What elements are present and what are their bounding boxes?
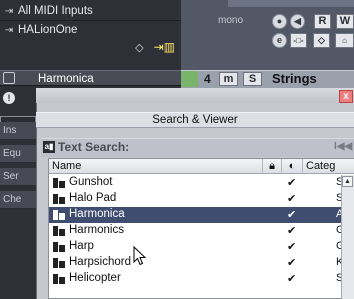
lock-icon: 🔒︎ [269, 160, 275, 172]
input-arrow-icon: ⇥ [4, 5, 14, 17]
table-row[interactable]: Harpsichord ✔ Key [49, 255, 350, 271]
speaker-button[interactable]: ◀ [290, 14, 305, 29]
scroll-up-arrow-icon[interactable]: ▲ [342, 176, 353, 187]
check-icon: ✔ [287, 209, 297, 221]
column-header-rating[interactable]: ◐ [282, 159, 303, 174]
track-color-strip [181, 71, 198, 87]
column-header-lock[interactable]: 🔒︎ [263, 159, 282, 174]
read-button[interactable]: R [314, 14, 331, 29]
instrument-icon [53, 242, 65, 252]
row-name: Harmonics [69, 224, 124, 236]
inspector-tools: ◇ ⇥▥ [118, 38, 181, 56]
table-row[interactable]: Helicopter ✔ Sou [49, 271, 350, 287]
row-name: Harp [69, 240, 94, 252]
column-header-name[interactable]: Name [49, 159, 263, 174]
skip-back-icon[interactable]: I◀◀ [334, 141, 352, 152]
inspector-track-name[interactable]: Harmonica [0, 70, 181, 86]
vertical-scrollbar[interactable] [341, 175, 354, 299]
dialog-titlebar [36, 88, 354, 103]
track-list-icon [3, 72, 15, 84]
check-icon: ✔ [287, 241, 297, 253]
midi-output-selector[interactable]: ⇥ HALionOne [0, 21, 181, 39]
check-icon: ✔ [287, 257, 297, 269]
solo-button[interactable]: S [243, 72, 262, 86]
lock-button[interactable]: ⌂ [335, 33, 354, 48]
table-row[interactable]: Gunshot ✔ Sou [49, 175, 350, 191]
check-icon: ✔ [287, 273, 297, 285]
track-number: 4 [204, 72, 211, 86]
instrument-icon [53, 258, 65, 268]
timebase-button[interactable]: ◇ [313, 33, 330, 48]
tab-inserts[interactable]: Ins [0, 122, 36, 140]
midi-output-label: HALionOne [18, 24, 78, 36]
column-header-category[interactable]: Categ [303, 159, 354, 174]
table-row-selected[interactable]: Harmonica ✔ Acc [49, 207, 350, 223]
row-name: Helicopter [69, 272, 121, 284]
table-row[interactable]: Harmonics ✔ Gui [49, 223, 350, 239]
track-header-strip [228, 0, 354, 7]
track-name: Strings [272, 71, 317, 86]
check-icon: ✔ [287, 225, 297, 237]
check-icon: ✔ [287, 177, 297, 189]
monitor-button[interactable]: ● [272, 14, 287, 29]
row-name: Gunshot [69, 176, 113, 188]
instrument-icon [53, 210, 65, 220]
diamond-icon[interactable]: ◇ [135, 41, 143, 54]
rating-icon: ◐ [288, 160, 296, 172]
check-icon: ✔ [287, 193, 297, 205]
edit-button[interactable]: e [272, 33, 287, 48]
row-name: Halo Pad [69, 192, 117, 204]
close-button[interactable]: x [339, 90, 353, 103]
text-search-label: Text Search: [58, 140, 130, 154]
table-header: Name 🔒︎ ◐ Categ [49, 159, 354, 174]
tab-equalizers[interactable]: Equ [0, 145, 36, 163]
instrument-icon [53, 226, 65, 236]
dialog-title: Search & Viewer [36, 112, 354, 128]
midi-input-label: All MIDI Inputs [18, 5, 93, 17]
instrument-icon [53, 178, 65, 188]
instrument-icon [53, 194, 65, 204]
write-button[interactable]: W [336, 14, 354, 29]
close-icon: x [343, 91, 349, 102]
output-arrow-icon: ⇥ [4, 24, 14, 36]
tab-channel[interactable]: Che [0, 191, 36, 209]
tab-sends[interactable]: Ser [0, 168, 36, 186]
mono-label: mono [218, 15, 244, 26]
mute-button[interactable]: m [219, 72, 238, 86]
instrument-icon [53, 274, 65, 284]
text-search-icon: a▮ [43, 141, 55, 153]
midi-input-selector[interactable]: ⇥ All MIDI Inputs [0, 2, 181, 20]
lane-button[interactable]: -□- [290, 33, 307, 48]
table-row[interactable]: Harp ✔ Gui [49, 239, 350, 255]
mouse-cursor-icon [133, 245, 147, 271]
row-name: Harmonica [69, 208, 125, 220]
row-name: Harpsichord [69, 256, 131, 268]
table-row[interactable]: Halo Pad ✔ Syn [49, 191, 350, 207]
info-icon[interactable]: ! [3, 92, 15, 104]
edit-instrument-icon[interactable]: ⇥▥ [154, 40, 175, 54]
